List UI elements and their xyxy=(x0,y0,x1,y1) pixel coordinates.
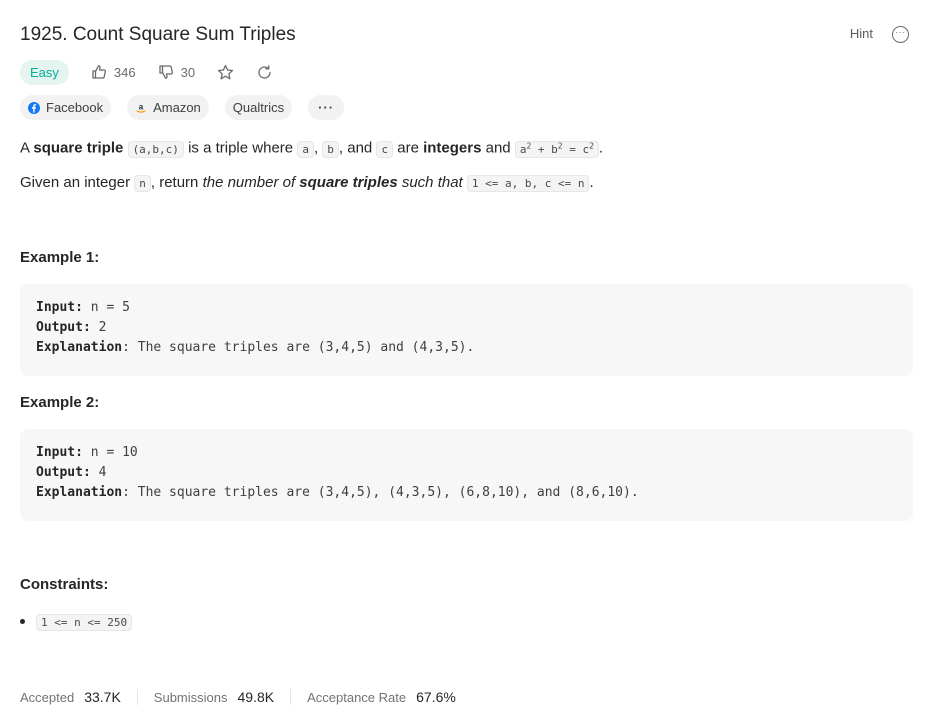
example-1-block: Input: n = 5 Output: 2 Explanation: The … xyxy=(20,284,913,376)
more-options-icon[interactable]: ··· xyxy=(892,26,909,43)
tag-facebook[interactable]: Facebook xyxy=(20,95,112,120)
dislike-count: 30 xyxy=(180,64,196,80)
constraint-item: 1 <= n <= 250 xyxy=(36,611,133,634)
company-tags: Facebook a Amazon Qualtrics ··· xyxy=(20,95,360,120)
description-paragraph-2: Given an integer n, return the number of… xyxy=(20,174,594,192)
equation: a2 + b2 = c2 xyxy=(514,140,599,158)
dislike-button[interactable]: 30 xyxy=(158,64,195,80)
like-button[interactable]: 346 xyxy=(91,64,136,80)
title-row: 1925. Count Square Sum Triples Hint ··· xyxy=(20,22,913,48)
stats-bar: Accepted 33.7K Submissions 49.8K Accepta… xyxy=(20,687,456,707)
tag-amazon[interactable]: a Amazon xyxy=(127,95,209,120)
bullet-dot xyxy=(20,619,25,624)
tag-qualtrics[interactable]: Qualtrics xyxy=(224,95,293,120)
example-2-block: Input: n = 10 Output: 4 Explanation: The… xyxy=(20,429,913,521)
divider xyxy=(290,689,292,705)
divider xyxy=(136,689,138,705)
acceptance-rate-value: 67.6% xyxy=(416,689,456,705)
thumbs-up-icon xyxy=(92,65,106,79)
acceptance-rate-label: Acceptance Rate xyxy=(307,689,407,705)
hint-button[interactable]: Hint xyxy=(850,26,873,41)
example-1-heading: Example 1: xyxy=(20,249,100,266)
amazon-logo-icon: a xyxy=(135,102,147,114)
thumbs-down-icon xyxy=(158,65,173,79)
accepted-value: 33.7K xyxy=(84,689,121,705)
tag-label: Amazon xyxy=(153,100,201,115)
facebook-logo-icon xyxy=(28,101,40,114)
reset-button[interactable] xyxy=(256,64,273,81)
problem-title: 1925. Count Square Sum Triples xyxy=(20,24,296,45)
example-2-heading: Example 2: xyxy=(20,394,100,411)
more-tags-button[interactable]: ··· xyxy=(308,95,345,120)
constraints-heading: Constraints: xyxy=(20,576,109,593)
tag-label: Qualtrics xyxy=(232,100,285,115)
like-count: 346 xyxy=(113,64,136,80)
refresh-icon xyxy=(258,64,271,79)
description-paragraph-1: A square triple (a,b,c) is a triple wher… xyxy=(20,139,604,158)
submissions-label: Submissions xyxy=(153,689,228,705)
favorite-button[interactable] xyxy=(217,64,234,81)
svg-text:a: a xyxy=(139,102,144,111)
submissions-value: 49.8K xyxy=(237,689,275,705)
tag-label: Facebook xyxy=(46,100,104,115)
meta-row: Easy 346 30 xyxy=(20,59,273,85)
star-icon xyxy=(217,64,234,79)
difficulty-badge: Easy xyxy=(20,59,69,85)
accepted-label: Accepted xyxy=(20,689,75,705)
